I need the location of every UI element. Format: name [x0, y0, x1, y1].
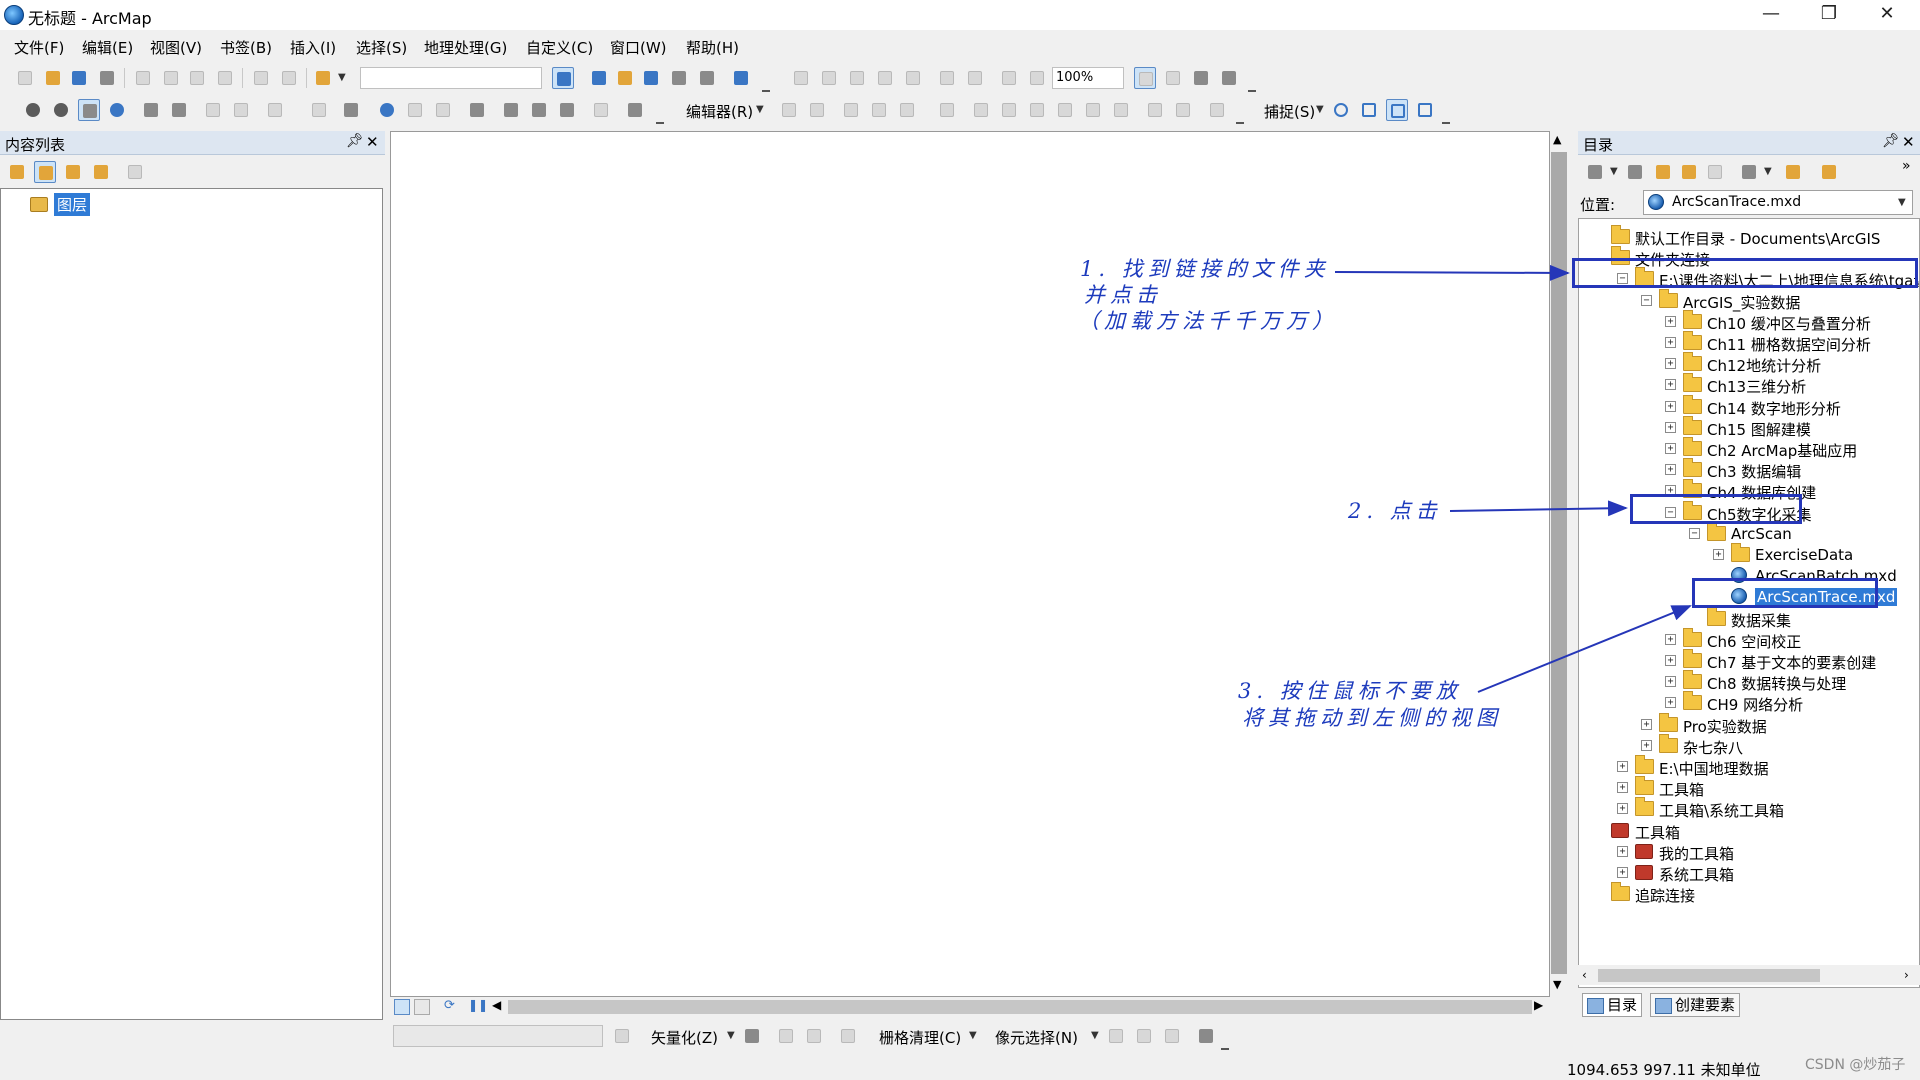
- arrow-step2: [1449, 500, 1628, 517]
- arrow-step3: [1477, 605, 1692, 693]
- annotation-arrows: [1334, 264, 1692, 693]
- arrow-step1: [1334, 264, 1570, 281]
